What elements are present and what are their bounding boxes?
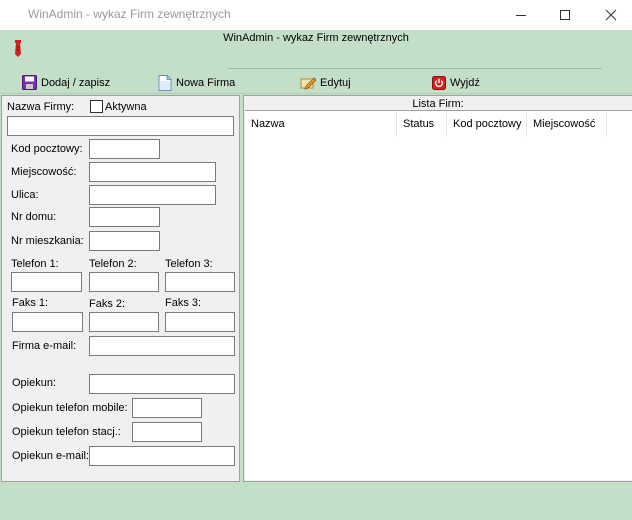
fax3-label: Faks 3: xyxy=(165,297,202,309)
company-email-input[interactable] xyxy=(89,336,235,356)
exit-button[interactable]: Wyjdź xyxy=(432,74,480,91)
phone2-label: Telefon 2: xyxy=(89,258,137,270)
city-input[interactable] xyxy=(89,162,216,182)
floppy-disk-icon xyxy=(22,75,37,90)
header-title: WinAdmin - wykaz Firm zewnętrznych xyxy=(223,32,409,44)
column-header-status[interactable]: Status xyxy=(397,111,447,137)
column-header-name[interactable]: Nazwa xyxy=(245,111,397,137)
company-form-panel: Nazwa Firmy: Aktywna Kod pocztowy: Miejs… xyxy=(1,95,240,482)
minimize-button[interactable] xyxy=(498,0,544,30)
app-icon xyxy=(8,8,22,22)
fax3-input[interactable] xyxy=(165,312,235,332)
header-divider xyxy=(228,68,602,69)
caretaker-label: Opiekun: xyxy=(12,377,57,389)
window-titlebar: WinAdmin - wykaz Firm zewnętrznych xyxy=(0,0,632,30)
fax1-input[interactable] xyxy=(12,312,83,332)
power-exit-icon xyxy=(432,75,446,90)
caretaker-landline-label: Opiekun telefon stacj.: xyxy=(12,426,121,438)
close-icon xyxy=(605,9,617,21)
maximize-button[interactable] xyxy=(542,0,588,30)
column-header-city[interactable]: Miejscowość xyxy=(527,111,607,137)
window-title: WinAdmin - wykaz Firm zewnętrznych xyxy=(28,7,231,21)
fax2-label: Faks 2: xyxy=(89,298,126,310)
phone2-input[interactable] xyxy=(89,272,159,292)
house-no-input[interactable] xyxy=(89,207,160,227)
exit-button-label: Wyjdź xyxy=(450,76,480,89)
company-list-title: Lista Firm: xyxy=(412,98,464,110)
new-company-button-label: Nowa Firma xyxy=(176,76,236,89)
company-name-input[interactable] xyxy=(7,116,234,136)
caretaker-landline-input[interactable] xyxy=(132,422,202,442)
save-button-label: Dodaj / zapisz xyxy=(41,76,111,89)
caretaker-mobile-input[interactable] xyxy=(132,398,202,418)
fax1-label: Faks 1: xyxy=(12,297,49,309)
postal-code-input[interactable] xyxy=(89,139,160,159)
fax2-input[interactable] xyxy=(89,312,159,332)
phone1-label: Telefon 1: xyxy=(11,258,59,270)
save-button[interactable]: Dodaj / zapisz xyxy=(22,74,110,91)
edit-button-label: Edytuj xyxy=(320,76,351,89)
apartment-no-input[interactable] xyxy=(89,231,160,251)
phone3-label: Telefon 3: xyxy=(165,258,213,270)
company-name-label: Nazwa Firmy: xyxy=(7,101,75,113)
caretaker-email-input[interactable] xyxy=(89,446,235,466)
company-list-panel: Lista Firm: Nazwa Status Kod pocztowy Mi… xyxy=(243,95,632,482)
caretaker-email-label: Opiekun e-mail: xyxy=(12,450,90,462)
minimize-icon xyxy=(516,15,526,16)
city-label: Miejscowość: xyxy=(11,166,77,178)
column-header-postal-code[interactable]: Kod pocztowy xyxy=(447,111,527,137)
caretaker-input[interactable] xyxy=(89,374,235,394)
maximize-icon xyxy=(560,10,570,20)
phone3-input[interactable] xyxy=(165,272,235,292)
new-company-button[interactable]: Nowa Firma xyxy=(158,74,235,91)
company-email-label: Firma e-mail: xyxy=(12,340,77,352)
edit-button[interactable]: Edytuj xyxy=(300,74,351,91)
street-label: Ulica: xyxy=(11,189,39,201)
pencil-edit-icon xyxy=(300,76,316,90)
toolbar: Dodaj / zapisz Nowa Firma Edytuj Wyjdź xyxy=(0,70,632,94)
house-no-label: Nr domu: xyxy=(11,211,57,223)
caretaker-mobile-label: Opiekun telefon mobile: xyxy=(12,402,128,414)
tie-icon xyxy=(15,40,21,57)
active-label: Aktywna xyxy=(105,101,147,113)
app-header: WinAdmin - wykaz Firm zewnętrznych xyxy=(0,30,632,70)
close-button[interactable] xyxy=(588,0,632,30)
postal-code-label: Kod pocztowy: xyxy=(11,143,83,155)
active-checkbox[interactable] xyxy=(90,100,103,113)
company-listview[interactable]: Nazwa Status Kod pocztowy Miejscowość xyxy=(245,110,632,480)
street-input[interactable] xyxy=(89,185,216,205)
new-document-icon xyxy=(158,74,172,91)
phone1-input[interactable] xyxy=(11,272,82,292)
apartment-no-label: Nr mieszkania: xyxy=(11,235,84,247)
